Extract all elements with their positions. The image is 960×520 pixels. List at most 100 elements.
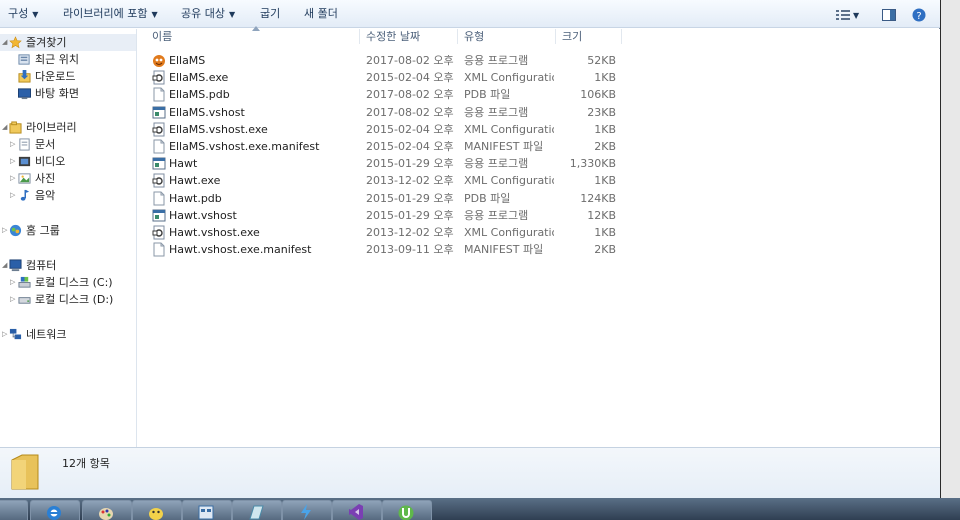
- nav-item-documents[interactable]: ▷ 문서: [0, 136, 136, 153]
- help-button[interactable]: ?: [912, 5, 928, 23]
- taskbar-button[interactable]: [30, 500, 80, 520]
- column-header-date[interactable]: 수정한 날짜: [360, 29, 458, 44]
- documents-icon: [19, 138, 30, 151]
- file-row[interactable]: Hawt.vshost.exe 2013-12-02 오후... XML Confi…: [148, 224, 928, 241]
- nav-item-disk-d[interactable]: ▷ 로컬 디스크 (D:): [0, 291, 136, 308]
- taskbar-button[interactable]: [82, 500, 132, 520]
- chevron-down-icon: ▼: [853, 11, 860, 20]
- preview-pane-icon: [882, 8, 896, 21]
- chevron-down-icon: ▼: [32, 10, 39, 19]
- column-header-size[interactable]: 크기: [556, 29, 622, 44]
- nav-item-homegroup[interactable]: ▷ 홈 그룹: [0, 222, 136, 239]
- file-row[interactable]: EllaMS.vshost.exe.manifest 2015-02-04 오후.…: [148, 138, 928, 155]
- new-folder-label: 새 폴더: [304, 7, 338, 20]
- file-date: 2015-01-29 오후...: [366, 208, 454, 222]
- file-name: EllaMS.exe: [169, 71, 229, 85]
- file-type: MANIFEST 파일: [464, 243, 544, 257]
- collapse-arrow-icon: ▷: [10, 295, 16, 303]
- nav-item-computer[interactable]: ◢ 컴퓨터: [0, 257, 136, 274]
- collapse-arrow-icon: ▷: [10, 174, 16, 182]
- downloads-icon: [18, 70, 31, 83]
- nav-item-favorites[interactable]: ◢ 즐겨찾기: [0, 34, 136, 51]
- burn-button[interactable]: 굽기: [260, 6, 280, 22]
- file-size: 1KB: [594, 226, 616, 239]
- taskbar-button[interactable]: [382, 500, 432, 520]
- nav-item-videos[interactable]: ▷ 비디오: [0, 153, 136, 170]
- file-type: 응용 프로그램: [464, 54, 529, 67]
- file-row[interactable]: EllaMS.pdb 2017-08-02 오후... PDB 파일 106KB: [148, 86, 928, 103]
- taskbar-button[interactable]: [132, 500, 182, 520]
- music-icon: [20, 189, 30, 201]
- file-row[interactable]: Hawt.exe 2013-12-02 오후... XML Configuratio…: [148, 172, 928, 189]
- nav-item-libraries[interactable]: ◢ 라이브러리: [0, 119, 136, 136]
- nav-label: 음악: [35, 189, 56, 202]
- nav-item-disk-c[interactable]: ▷ 로컬 디스크 (C:): [0, 274, 136, 291]
- file-date: 2015-01-29 오후...: [366, 191, 454, 205]
- taskbar-button[interactable]: [282, 500, 332, 520]
- help-icon: ?: [912, 8, 926, 22]
- file-name: Hawt.vshost: [169, 208, 237, 222]
- nav-label: 즐겨찾기: [26, 36, 67, 49]
- taskbar-button[interactable]: [0, 500, 28, 520]
- file-type: PDB 파일: [464, 191, 511, 205]
- nav-label: 네트워크: [26, 328, 67, 341]
- column-header-name[interactable]: 이름: [146, 26, 360, 44]
- nav-item-network[interactable]: ▷ 네트워크: [0, 326, 136, 343]
- nav-item-music[interactable]: ▷ 음악: [0, 187, 136, 204]
- file-name: EllaMS.vshost.exe.manifest: [169, 140, 320, 153]
- file-row[interactable]: EllaMS 2017-08-02 오후... 응용 프로그램 52KB: [148, 52, 928, 69]
- column-header-type[interactable]: 유형: [458, 29, 556, 44]
- taskbar-button[interactable]: [232, 500, 282, 520]
- file-row[interactable]: EllaMS.vshost 2017-08-02 오후... 응용 프로그램 23KB: [148, 104, 928, 121]
- file-type: 응용 프로그램: [464, 157, 529, 171]
- file-size: 2KB: [594, 140, 616, 153]
- nav-label: 바탕 화면: [35, 87, 79, 100]
- organize-button[interactable]: 구성 ▼: [8, 6, 38, 22]
- preview-pane-button[interactable]: [882, 5, 898, 23]
- nav-label: 문서: [35, 138, 56, 151]
- file-size: 1KB: [594, 71, 616, 85]
- file-size: 52KB: [587, 54, 616, 67]
- nav-item-downloads[interactable]: 다운로드: [0, 68, 136, 85]
- nav-item-pictures[interactable]: ▷ 사진: [0, 170, 136, 187]
- file-row[interactable]: EllaMS.vshost.exe 2015-02-04 오후... XML Con…: [148, 121, 928, 138]
- new-folder-button[interactable]: 새 폴더: [304, 6, 338, 22]
- file-name: Hawt.vshost.exe.manifest: [169, 243, 312, 257]
- folder-icon: [11, 454, 39, 490]
- nav-label: 컴퓨터: [26, 259, 57, 272]
- file-type: 응용 프로그램: [464, 208, 529, 222]
- file-name: EllaMS.pdb: [169, 88, 230, 102]
- pictures-icon: [18, 173, 31, 184]
- file-row[interactable]: Hawt.vshost 2015-01-29 오후... 응용 프로그램 12KB: [148, 207, 928, 224]
- nav-label: 홈 그룹: [26, 224, 60, 237]
- file-date: 2015-02-04 오후...: [366, 140, 454, 153]
- file-date: 2015-02-04 오후...: [366, 71, 454, 85]
- background-window-edge: [941, 0, 960, 498]
- file-list: 이름 수정한 날짜 유형 크기 EllaMS 2017-08-02 오후... 응용…: [138, 26, 940, 447]
- nav-item-desktop[interactable]: 바탕 화면: [0, 85, 136, 102]
- file-row[interactable]: Hawt.vshost.exe.manifest 2013-09-11 오후...…: [148, 241, 928, 258]
- column-label: 수정한 날짜: [366, 30, 421, 43]
- include-library-label: 라이브러리에 포함: [63, 7, 148, 20]
- network-icon: [9, 328, 22, 340]
- share-with-label: 공유 대상: [181, 7, 225, 20]
- file-name: Hawt.exe: [169, 174, 221, 188]
- view-options-button[interactable]: ▼: [836, 5, 868, 23]
- include-in-library-button[interactable]: 라이브러리에 포함 ▼: [63, 6, 158, 22]
- file-row[interactable]: EllaMS.exe 2015-02-04 오후... XML Configurat…: [148, 69, 928, 86]
- share-with-button[interactable]: 공유 대상 ▼: [181, 6, 235, 22]
- details-pane: 12개 항목: [0, 447, 940, 498]
- file-row[interactable]: Hawt 2015-01-29 오후... 응용 프로그램 1,330KB: [148, 155, 928, 172]
- file-row[interactable]: Hawt.pdb 2015-01-29 오후... PDB 파일 124KB: [148, 190, 928, 207]
- sort-up-icon: [252, 26, 260, 31]
- internet-explorer-icon: [47, 506, 61, 520]
- collapse-arrow-icon: ▷: [10, 278, 16, 286]
- nav-item-recent[interactable]: 최근 위치: [0, 51, 136, 68]
- taskbar-button[interactable]: [182, 500, 232, 520]
- nav-label: 사진: [35, 172, 56, 185]
- libraries-icon: [9, 121, 22, 134]
- file-date: 2013-12-02 오후...: [366, 226, 454, 239]
- nav-label: 라이브러리: [26, 121, 77, 134]
- taskbar-button[interactable]: [332, 500, 382, 520]
- file-date: 2017-08-02 오후...: [366, 54, 454, 67]
